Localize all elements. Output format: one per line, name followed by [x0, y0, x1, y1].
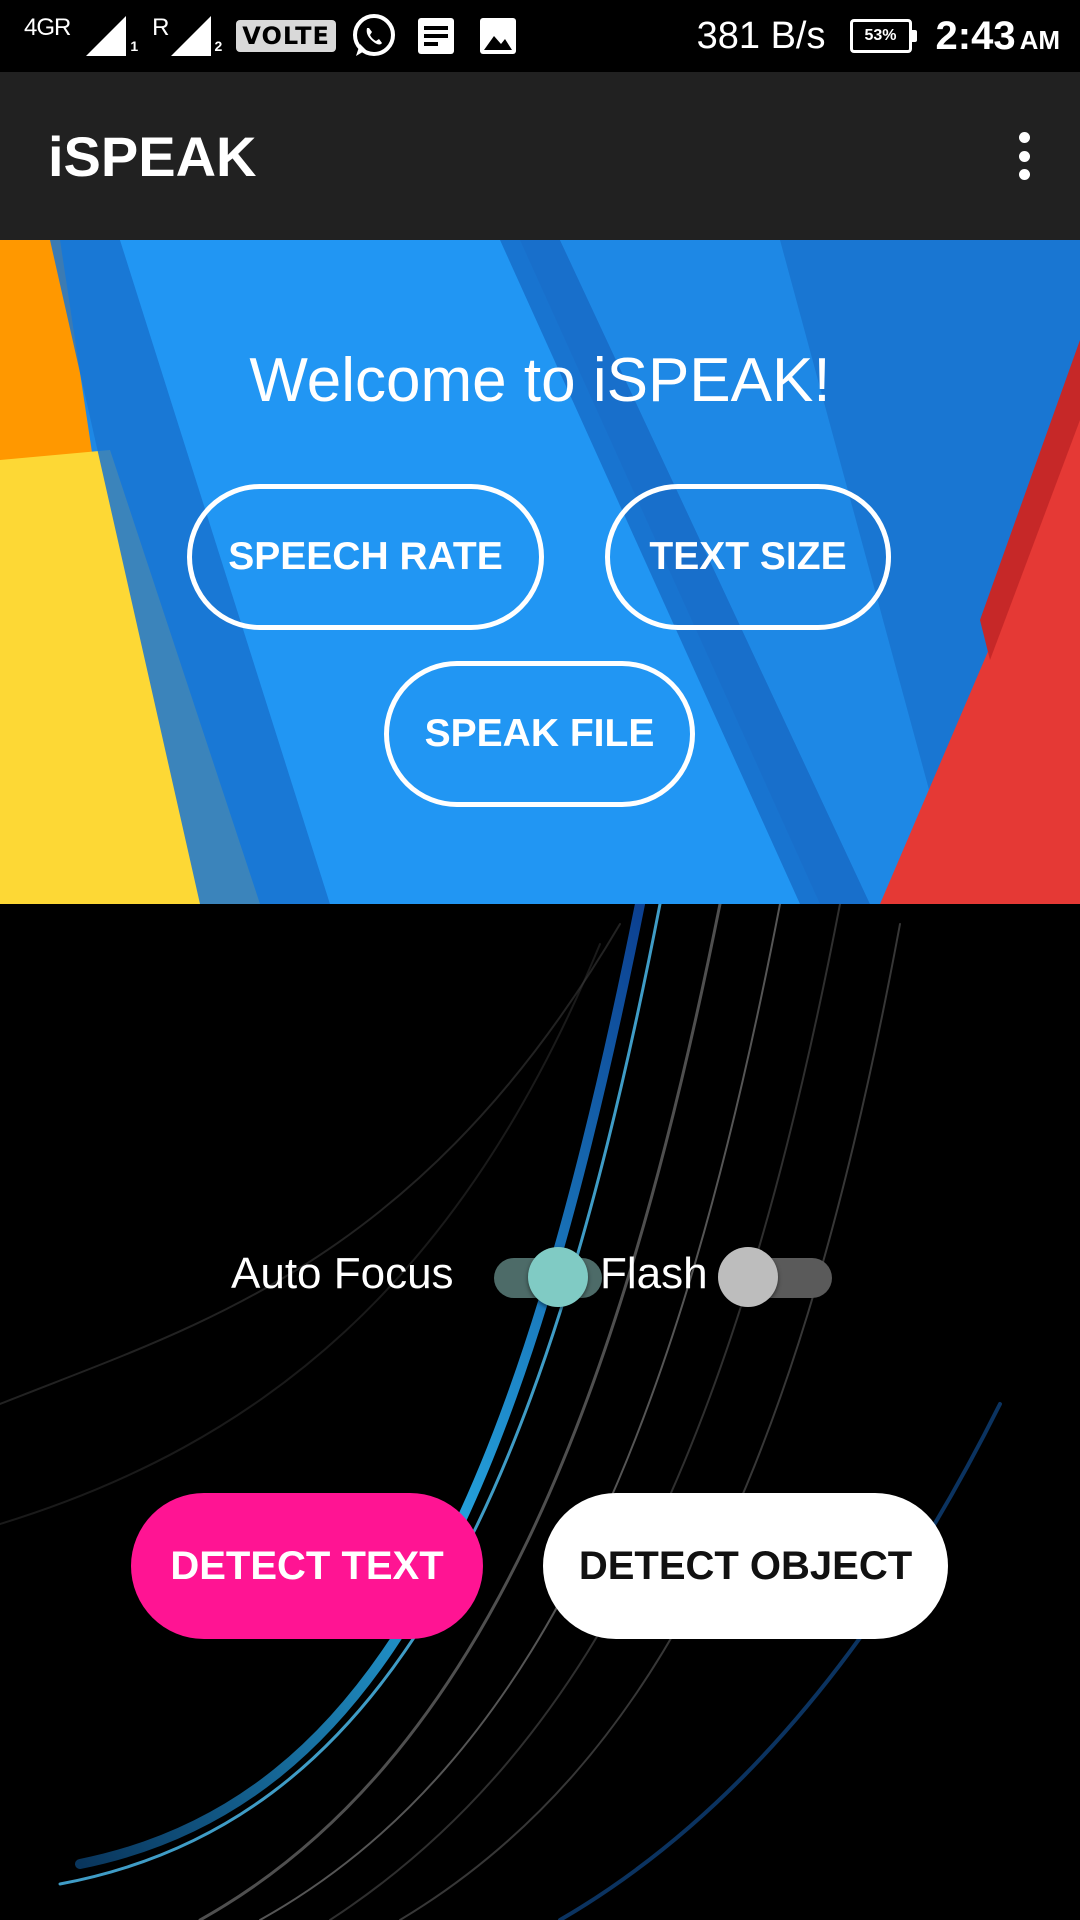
status-bar: 4GR 1 R 2 VOLTE 381 B/s 53% 2:43 AM: [0, 0, 1080, 72]
detect-text-button[interactable]: DETECT TEXT: [131, 1493, 483, 1639]
auto-focus-thumb: [528, 1247, 588, 1307]
clock-time: 2:43: [935, 13, 1016, 58]
clock-ampm: AM: [1019, 24, 1060, 55]
app-bar: iSPEAK: [0, 72, 1080, 240]
battery-level: 53%: [864, 27, 897, 44]
status-bar-right: 381 B/s 53% 2:43 AM: [697, 14, 1060, 59]
app-title: iSPEAK: [48, 124, 257, 188]
text-size-button[interactable]: TEXT SIZE: [605, 484, 891, 630]
signal-icon-sim1: [86, 16, 127, 56]
battery-icon: 53%: [849, 19, 917, 53]
network-speed: 381 B/s: [696, 14, 826, 57]
flash-label: Flash: [600, 1249, 708, 1298]
whatsapp-icon: [352, 14, 395, 56]
auto-focus-switch[interactable]: [494, 1240, 606, 1307]
volte-badge: VOLTE: [236, 20, 336, 52]
notes-icon: [417, 18, 454, 54]
roaming-indicator: R: [152, 14, 169, 41]
welcome-banner: Welcome to iSPEAK! SPEECH RATE TEXT SIZE…: [0, 240, 1080, 904]
flash-switch[interactable]: [718, 1240, 832, 1307]
gallery-icon: [479, 18, 516, 54]
auto-focus-label: Auto Focus: [231, 1249, 454, 1298]
detect-object-button[interactable]: DETECT OBJECT: [543, 1493, 948, 1639]
sim1-label: 1: [130, 38, 139, 54]
flash-thumb: [718, 1247, 778, 1307]
speak-file-button[interactable]: SPEAK FILE: [384, 661, 695, 807]
signal-icon-sim2: [170, 16, 211, 56]
speech-rate-button[interactable]: SPEECH RATE: [187, 484, 544, 630]
background-light-streaks: [0, 904, 1002, 1920]
network-type: 4GR: [24, 14, 71, 41]
clock: 2:43 AM: [936, 14, 1061, 59]
more-vert-icon[interactable]: [1004, 126, 1044, 186]
sim2-label: 2: [214, 38, 223, 54]
welcome-heading: Welcome to iSPEAK!: [249, 346, 831, 415]
status-bar-left: 4GR 1 R 2 VOLTE: [24, 12, 697, 60]
